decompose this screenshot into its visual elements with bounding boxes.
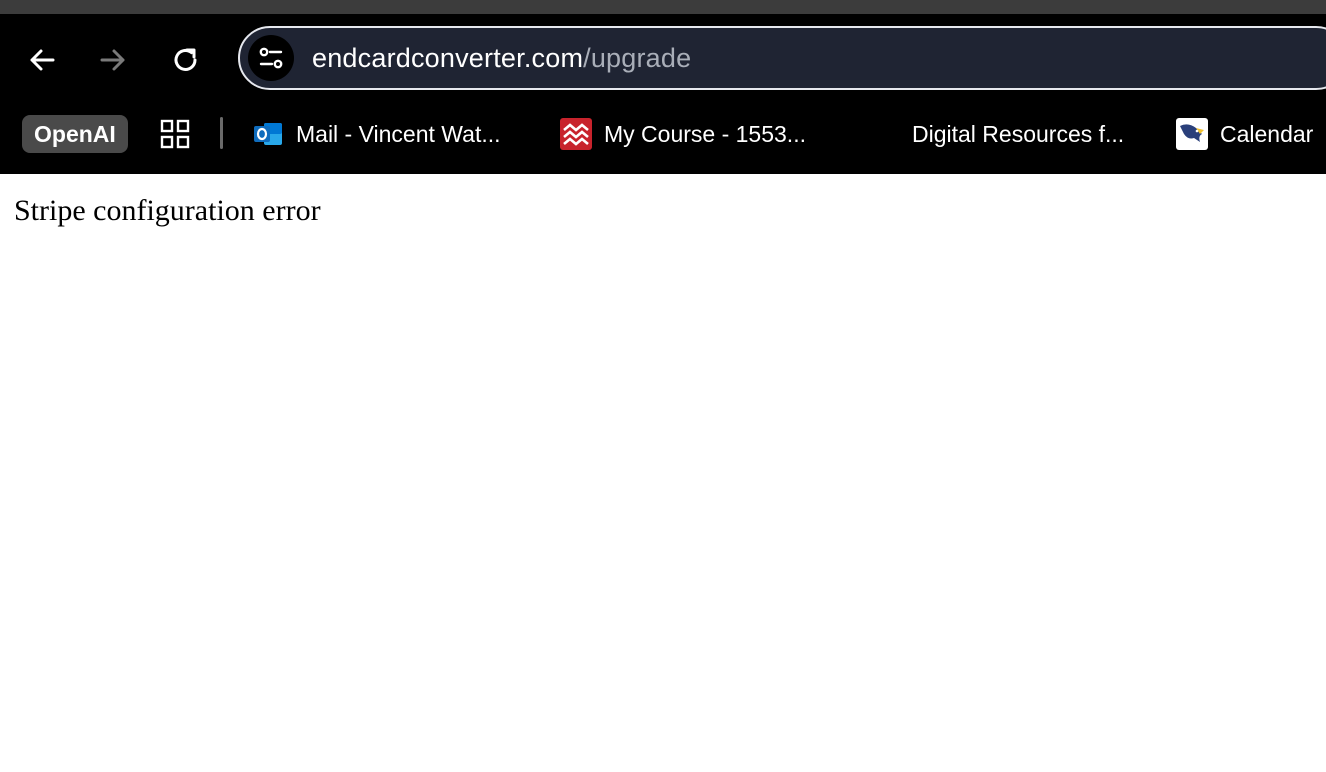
reload-icon — [174, 48, 197, 71]
reload-button[interactable] — [170, 44, 202, 76]
bookmark-course-label: My Course - 1553... — [604, 120, 806, 147]
bookmark-digital-resources-label: Digital Resources f... — [912, 120, 1125, 147]
browser-chrome: endcardconverter.com/upgrade OpenAI Mail… — [0, 0, 1326, 174]
arrow-right-icon — [100, 49, 125, 71]
bookmarks-divider — [220, 117, 223, 149]
forward-button[interactable] — [97, 44, 129, 76]
url-text[interactable]: endcardconverter.com/upgrade — [312, 28, 691, 88]
bookmark-mail[interactable]: Mail - Vincent Wat... — [252, 115, 501, 153]
bookmarks-bar: OpenAI Mail - Vincent Wat... My Course -… — [0, 110, 1326, 158]
bookmark-digital-resources[interactable]: Digital Resources f... — [912, 115, 1124, 153]
course-logo-icon — [560, 118, 592, 150]
bookmark-calendar-label: Calendar — [1220, 120, 1314, 147]
bookmark-openai[interactable]: OpenAI — [22, 115, 128, 153]
page-content: Stripe configuration error — [0, 174, 1326, 772]
apps-grid-icon[interactable] — [160, 119, 190, 149]
url-host: endcardconverter.com — [312, 43, 584, 73]
toolbar: endcardconverter.com/upgrade OpenAI Mail… — [0, 14, 1326, 174]
outlook-icon — [254, 123, 282, 145]
tune-icon — [259, 47, 283, 69]
address-bar[interactable]: endcardconverter.com/upgrade — [238, 26, 1326, 90]
bookmark-course[interactable]: My Course - 1553... — [560, 115, 806, 153]
eagle-logo-icon — [1176, 118, 1208, 150]
bookmark-calendar[interactable]: Calendar — [1176, 115, 1313, 153]
back-button[interactable] — [26, 44, 58, 76]
arrow-left-icon — [30, 49, 55, 71]
site-info-button[interactable] — [248, 35, 294, 81]
window-top-strip — [0, 0, 1326, 14]
url-path: /upgrade — [583, 43, 692, 73]
bookmark-mail-label: Mail - Vincent Wat... — [296, 120, 501, 147]
error-message: Stripe configuration error — [14, 194, 321, 227]
